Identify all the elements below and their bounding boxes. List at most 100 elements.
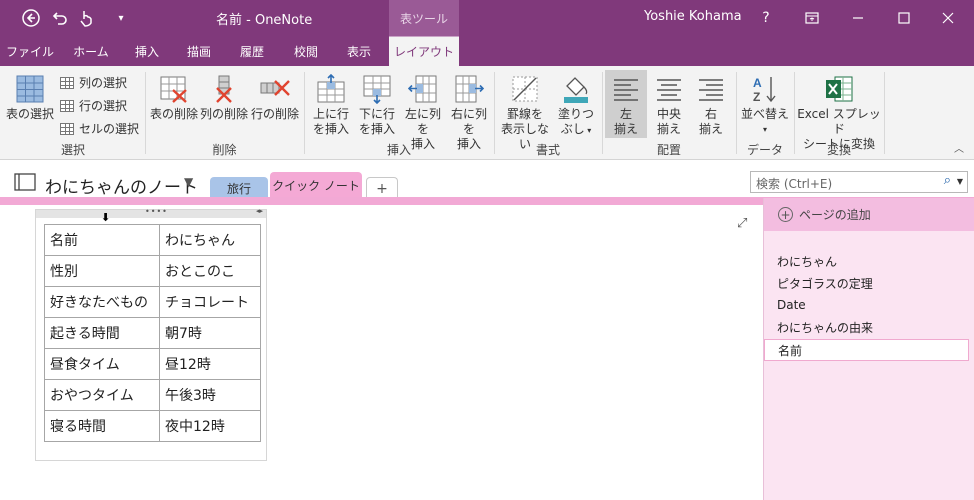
hide-borders-icon [512, 76, 538, 102]
table-row: 名前 わにちゃん [44, 224, 261, 256]
back-icon[interactable] [18, 0, 44, 36]
page-list-item[interactable]: ピタゴラスの定理 [764, 272, 969, 294]
select-cell-button[interactable]: セルの選択 [60, 120, 139, 137]
table-cell[interactable]: わにちゃん [159, 224, 261, 256]
paint-bucket-icon [564, 77, 588, 103]
table-cell[interactable]: 午後3時 [159, 379, 261, 411]
title-bar: ▾ 名前 - OneNote 表ツール Yoshie Kohama ? [0, 0, 974, 36]
notebook-bar: わにちゃんのノート ▼ 旅行 クイック ノート + 検索 (Ctrl+E) ⌕ … [0, 161, 974, 199]
tab-file[interactable]: ファイル [0, 36, 60, 66]
group-insert: 上に行 を挿入 下に行 を挿入 左に列を 挿入 右に列を 挿入 挿入 [306, 68, 492, 158]
ribbon-display-icon[interactable] [790, 0, 834, 36]
table-cell[interactable]: 朝7時 [159, 317, 261, 349]
shading-button[interactable]: 塗りつ ぶし ▾ [554, 74, 598, 138]
table-cell[interactable]: 性別 [44, 255, 160, 287]
page-list-pane: + ページの追加 わにちゃん ピタゴラスの定理 Date わにちゃんの由来 名前 [763, 198, 974, 500]
search-input[interactable]: 検索 (Ctrl+E) ⌕ ▼ [750, 171, 968, 193]
table-cell[interactable]: チョコレート [159, 286, 261, 318]
resize-arrows-icon[interactable]: ◂▸ [256, 207, 263, 215]
delete-column-button[interactable]: 列の削除 [199, 74, 249, 122]
chevron-down-icon: ▾ [762, 125, 767, 134]
align-right-button[interactable]: 右 揃え [690, 74, 732, 137]
table-cell[interactable]: 寝る時間 [44, 410, 160, 442]
page-list-item[interactable]: わにちゃんの由来 [764, 316, 969, 338]
delete-table-button[interactable]: 表の削除 [149, 74, 199, 122]
table-cell[interactable]: 昼12時 [159, 348, 261, 380]
notebook-icon[interactable] [14, 173, 36, 191]
select-row-button[interactable]: 行の選択 [60, 97, 127, 114]
help-button[interactable]: ? [744, 0, 788, 36]
group-label-insert: 挿入 [386, 143, 411, 157]
group-divider [494, 72, 495, 154]
collapse-ribbon-icon[interactable]: ︿ [954, 140, 964, 155]
group-divider [145, 72, 146, 154]
group-label-select: 選択 [60, 143, 85, 157]
excel-icon [826, 76, 853, 102]
user-name[interactable]: Yoshie Kohama [644, 9, 742, 24]
align-left-button[interactable]: 左 揃え [605, 70, 647, 138]
delete-column-icon [216, 75, 232, 103]
sort-button[interactable]: AZ 並べ替え ▾ [738, 74, 792, 137]
tab-layout[interactable]: レイアウト [389, 36, 459, 66]
tab-view[interactable]: 表示 [334, 36, 384, 66]
minimize-icon[interactable] [836, 0, 880, 36]
table-move-handle[interactable]: •••• ◂▸ [36, 207, 266, 218]
notebook-name[interactable]: わにちゃんのノート [45, 173, 198, 198]
insert-below-button[interactable]: 下に行 を挿入 [354, 74, 400, 137]
tab-history[interactable]: 履歴 [226, 36, 278, 66]
delete-row-button[interactable]: 行の削除 [249, 74, 301, 122]
table-cell[interactable]: 起きる時間 [44, 317, 160, 349]
table-cell[interactable]: 昼食タイム [44, 348, 160, 380]
undo-icon[interactable] [48, 0, 72, 36]
column-select-arrow-icon[interactable]: ⬇ [101, 211, 110, 224]
table-row: 寝る時間 夜中12時 [44, 410, 261, 442]
section-tab-travel[interactable]: 旅行 [210, 177, 268, 199]
chevron-down-icon[interactable]: ▼ [184, 175, 193, 189]
insert-below-icon [363, 75, 391, 104]
drag-handle-icon[interactable]: •••• [145, 207, 168, 216]
tab-review[interactable]: 校閲 [280, 36, 332, 66]
table-row: 昼食タイム 昼12時 [44, 348, 261, 380]
maximize-icon[interactable] [882, 0, 926, 36]
expand-page-icon[interactable]: ⤢ [737, 216, 747, 231]
align-center-button[interactable]: 中央 揃え [648, 74, 690, 137]
table-cell[interactable]: 好きなたべもの [44, 286, 160, 318]
add-icon: + [778, 207, 793, 222]
delete-table-icon [160, 76, 187, 103]
tab-insert[interactable]: 挿入 [122, 36, 172, 66]
customize-qat-icon[interactable]: ▾ [112, 0, 130, 36]
group-divider [794, 72, 795, 154]
search-icon[interactable]: ⌕ [944, 173, 951, 188]
group-divider [884, 72, 885, 154]
group-divider [304, 72, 305, 154]
table-row: 起きる時間 朝7時 [44, 317, 261, 349]
page-list-item[interactable]: Date [764, 294, 969, 316]
table-cell[interactable]: 夜中12時 [159, 410, 261, 442]
group-align: 左 揃え 中央 揃え 右 揃え 配置 [604, 68, 734, 158]
note-table: 名前 わにちゃん 性別 おとこのこ 好きなたべもの チョコレート 起きる時間 朝… [44, 224, 261, 442]
group-select: 表の選択 列の選択 行の選択 セルの選択 選択 [0, 68, 146, 158]
tab-home[interactable]: ホーム [62, 36, 120, 66]
section-tab-quick-notes[interactable]: クイック ノート [270, 172, 362, 199]
select-cell-icon [60, 122, 74, 135]
delete-row-icon [260, 80, 290, 96]
page-list-item[interactable]: わにちゃん [764, 250, 969, 272]
page-list-item-selected[interactable]: 名前 [764, 339, 969, 361]
table-cell[interactable]: おとこのこ [159, 255, 261, 287]
tab-draw[interactable]: 描画 [174, 36, 224, 66]
select-column-button[interactable]: 列の選択 [60, 74, 127, 91]
group-divider [602, 72, 603, 154]
select-table-button[interactable]: 表の選択 [4, 74, 56, 122]
table-cell[interactable]: おやつタイム [44, 379, 160, 411]
add-page-button[interactable]: + ページの追加 [764, 198, 974, 231]
select-column-icon [60, 76, 74, 89]
table-cell[interactable]: 名前 [44, 224, 160, 256]
touch-mode-icon[interactable] [75, 0, 97, 36]
table-row: 好きなたべもの チョコレート [44, 286, 261, 318]
ribbon-tabs: ファイル ホーム 挿入 描画 履歴 校閲 表示 レイアウト [0, 36, 974, 66]
chevron-down-icon[interactable]: ▼ [957, 177, 963, 186]
add-section-button[interactable]: + [366, 177, 398, 199]
close-icon[interactable] [926, 0, 970, 36]
insert-right-icon [455, 75, 484, 103]
insert-above-button[interactable]: 上に行 を挿入 [308, 74, 354, 137]
